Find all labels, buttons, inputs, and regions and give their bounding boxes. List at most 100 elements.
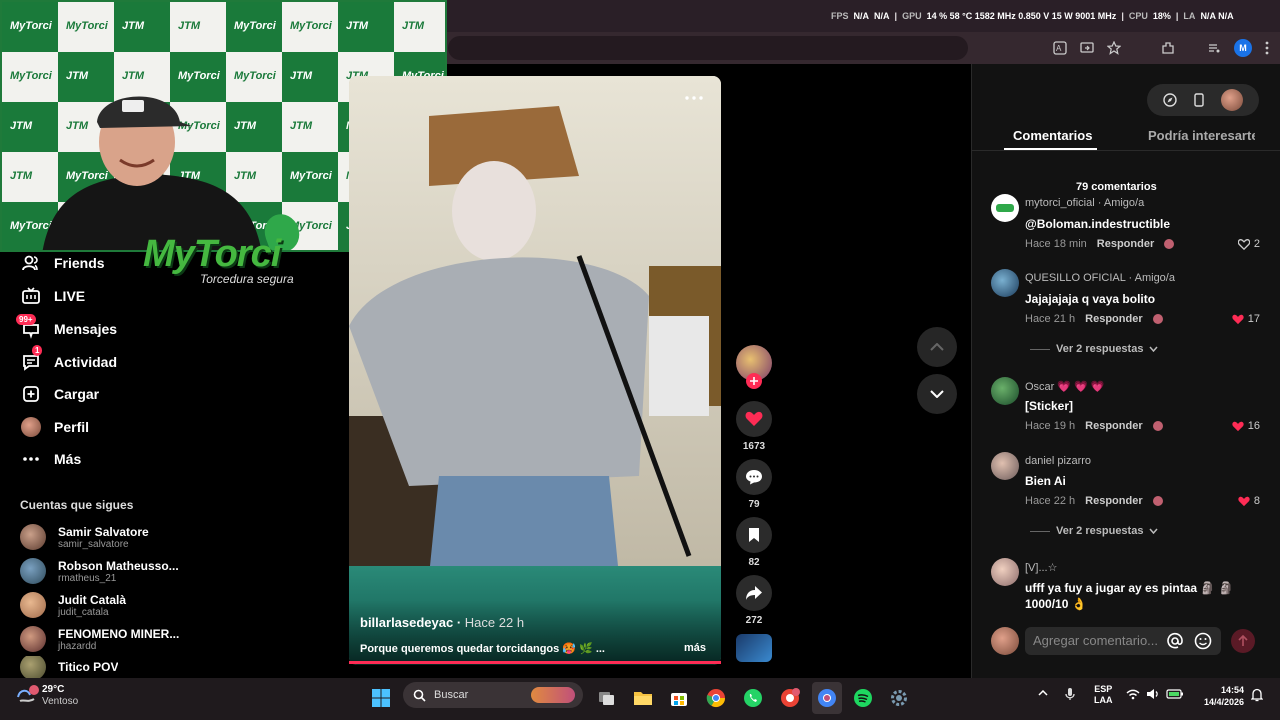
task-view-icon[interactable] — [594, 685, 620, 711]
backdrop-tile: JTM — [282, 52, 338, 102]
file-explorer-icon[interactable] — [630, 685, 656, 711]
follow-plus-icon[interactable] — [746, 373, 762, 389]
avatar[interactable] — [991, 452, 1019, 480]
avatar[interactable] — [991, 269, 1019, 297]
send-comment-button[interactable] — [1231, 629, 1255, 653]
video-author[interactable]: billarlasedeyac · Hace 22 h — [360, 615, 524, 630]
comment-time: Hace 19 h — [1025, 420, 1076, 432]
sidebar-item-live[interactable]: LIVE — [20, 284, 85, 308]
following-account[interactable]: Robson Matheusso... rmatheus_21 — [20, 556, 179, 586]
sidebar-item-upload[interactable]: Cargar — [20, 382, 99, 406]
bookmark-star-icon[interactable] — [1107, 41, 1121, 55]
comment-username[interactable]: Oscar 💗 💗 💗 — [1025, 380, 1105, 393]
comment-username[interactable]: mytorci_oficial · Amigo/a — [1025, 197, 1144, 209]
notifications-icon[interactable] — [1251, 688, 1263, 702]
reply-button[interactable]: Responder — [1085, 313, 1142, 325]
comment-input[interactable]: Agregar comentario... — [1025, 627, 1221, 655]
avatar — [20, 592, 46, 618]
chevron-down-icon — [1149, 528, 1159, 534]
avatar[interactable] — [991, 377, 1019, 405]
mention-icon[interactable] — [1166, 632, 1184, 650]
store-icon[interactable] — [666, 685, 692, 711]
reply-button[interactable]: Responder — [1085, 495, 1142, 507]
chrome-active-icon[interactable] — [814, 685, 840, 711]
video-player[interactable] — [349, 76, 721, 665]
view-replies-button[interactable]: Ver 2 respuestas — [1030, 525, 1159, 537]
caption-more-link[interactable]: más — [684, 642, 706, 654]
video-progress-bar[interactable] — [349, 661, 721, 664]
previous-video-button[interactable] — [917, 327, 957, 367]
comment-username[interactable]: QUESILLO OFICIAL · Amigo/a — [1025, 272, 1175, 284]
cast-icon[interactable] — [1080, 41, 1094, 55]
sidebar-label: Mensajes — [54, 321, 118, 337]
heart-filled-icon — [1238, 496, 1250, 507]
account-handle: jhazardd — [58, 640, 97, 652]
save-button[interactable] — [736, 517, 772, 553]
address-bar[interactable] — [448, 36, 968, 60]
tab-comments[interactable]: Comentarios — [1013, 128, 1092, 143]
avatar — [20, 558, 46, 584]
heart-filled-icon — [1232, 421, 1244, 432]
profile-button[interactable]: M — [1234, 39, 1252, 57]
backdrop-tile: MyTorci — [226, 2, 282, 52]
microphone-icon[interactable] — [1065, 687, 1075, 701]
comment-username[interactable]: daniel pizarro — [1025, 455, 1091, 467]
reply-button[interactable]: Responder — [1085, 420, 1142, 432]
phone-icon[interactable] — [1194, 93, 1204, 107]
sidebar-item-activity[interactable]: 1 Actividad — [20, 345, 117, 374]
streamer-figure — [42, 96, 262, 250]
account-name: Samir Salvatore — [58, 524, 149, 539]
clock[interactable]: 14:54 14/4/2026 — [1192, 684, 1244, 708]
sidebar-item-messages[interactable]: 99+ Mensajes — [16, 314, 118, 341]
sidebar-item-friends[interactable]: Friends — [20, 251, 105, 275]
following-account[interactable]: Titico POV — [20, 656, 118, 678]
language-indicator[interactable]: ESP LAA — [1094, 684, 1113, 706]
translate-icon[interactable]: A — [1053, 41, 1067, 55]
comment-like[interactable]: 8 — [1220, 495, 1260, 507]
taskbar-search[interactable]: Buscar — [403, 682, 583, 708]
sound-disc-icon[interactable] — [736, 634, 772, 662]
account-handle: rmatheus_21 — [58, 572, 117, 584]
account-handle: samir_salvatore — [58, 538, 129, 550]
settings-icon[interactable] — [886, 685, 912, 711]
brand-slogan: Torcedura segura — [200, 272, 294, 286]
following-account[interactable]: FENOMENO MINER... jhazardd — [20, 624, 179, 654]
avatar[interactable] — [991, 558, 1019, 586]
chrome-profile-icon[interactable] — [777, 685, 803, 711]
emoji-icon[interactable] — [1194, 632, 1212, 650]
chrome-icon[interactable] — [703, 685, 729, 711]
video-options-icon[interactable] — [685, 96, 703, 100]
extensions-icon[interactable] — [1161, 41, 1175, 55]
avatar — [20, 626, 46, 652]
compass-icon[interactable] — [1163, 93, 1178, 107]
comment-like[interactable]: 17 — [1220, 313, 1260, 325]
whatsapp-icon[interactable] — [740, 685, 766, 711]
sidebar-item-profile[interactable]: Perfil — [20, 415, 89, 439]
weather-icon[interactable] — [14, 683, 40, 709]
tabs-divider — [972, 150, 1280, 151]
view-replies-button[interactable]: Ver 2 respuestas — [1030, 343, 1159, 355]
comment-like[interactable]: 16 — [1220, 420, 1260, 432]
windows-start-icon[interactable] — [368, 685, 394, 711]
share-button[interactable] — [736, 575, 772, 611]
browser-menu-icon[interactable] — [1265, 41, 1269, 55]
like-button[interactable] — [736, 401, 772, 437]
system-tray-icons[interactable] — [1126, 688, 1184, 700]
comment-username[interactable]: [V]...☆ — [1025, 561, 1057, 574]
backdrop-tile: MyTorci — [2, 2, 58, 52]
tray-chevron-up-icon[interactable] — [1038, 690, 1048, 696]
like-count: 17 — [1247, 313, 1260, 325]
heart-filled-icon — [1232, 314, 1244, 325]
user-avatar[interactable] — [1220, 89, 1243, 111]
sidebar-item-more[interactable]: Más — [20, 447, 81, 471]
comment-like[interactable]: 2 — [1220, 238, 1260, 250]
media-control-icon[interactable] — [1207, 41, 1221, 55]
following-account[interactable]: Judit Català judit_catala — [20, 590, 126, 620]
next-video-button[interactable] — [917, 374, 957, 414]
tab-suggested[interactable]: Podría interesarte — [1148, 128, 1255, 143]
following-account[interactable]: Samir Salvatore samir_salvatore — [20, 522, 149, 552]
comment-button[interactable] — [736, 459, 772, 495]
reply-button[interactable]: Responder — [1097, 238, 1154, 250]
avatar[interactable] — [991, 194, 1019, 222]
spotify-icon[interactable] — [850, 685, 876, 711]
